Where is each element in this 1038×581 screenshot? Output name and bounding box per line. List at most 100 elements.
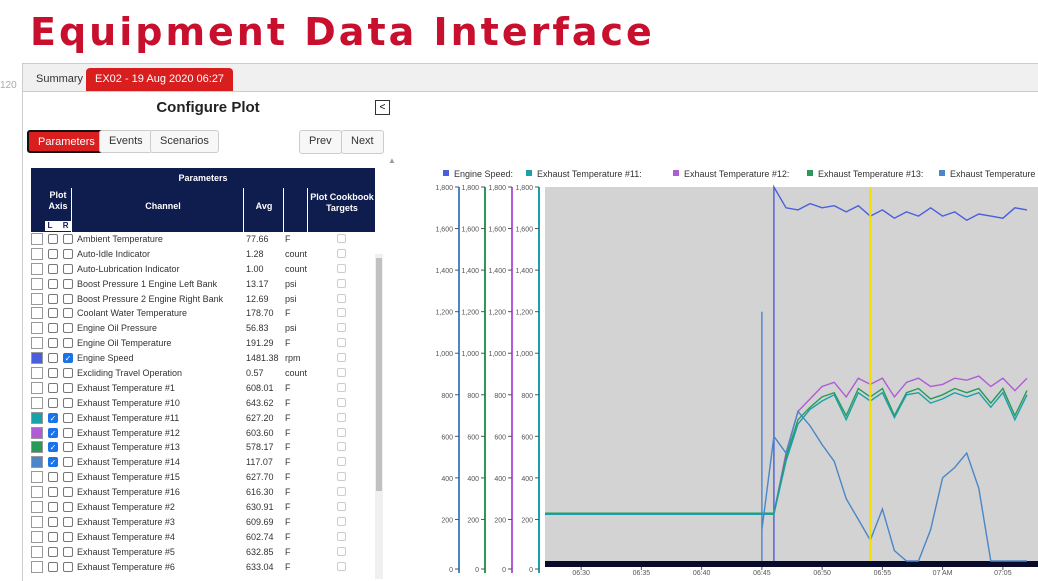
- right-axis-checkbox[interactable]: [63, 487, 73, 498]
- target-checkbox[interactable]: [337, 353, 346, 363]
- color-swatch[interactable]: [31, 233, 43, 245]
- next-button[interactable]: Next: [341, 130, 384, 154]
- color-swatch[interactable]: [31, 501, 43, 514]
- scroll-up-arrow-icon[interactable]: ▲: [388, 156, 396, 165]
- tab-ex02[interactable]: EX02 - 19 Aug 2020 06:27: [86, 68, 234, 91]
- left-axis-checkbox[interactable]: [48, 531, 58, 542]
- right-axis-checkbox[interactable]: [63, 412, 73, 423]
- right-axis-checkbox[interactable]: [63, 278, 73, 289]
- left-axis-checkbox[interactable]: [48, 472, 58, 483]
- left-axis-checkbox[interactable]: ✓: [48, 442, 58, 453]
- color-swatch[interactable]: [31, 381, 43, 394]
- color-swatch[interactable]: [31, 307, 43, 320]
- right-axis-checkbox[interactable]: [63, 248, 73, 259]
- left-axis-checkbox[interactable]: [48, 546, 58, 557]
- target-checkbox[interactable]: [337, 263, 346, 273]
- color-swatch[interactable]: [31, 486, 43, 499]
- right-axis-checkbox[interactable]: [63, 263, 73, 274]
- target-checkbox[interactable]: [337, 382, 346, 392]
- left-axis-checkbox[interactable]: [48, 234, 58, 244]
- right-axis-checkbox[interactable]: [63, 338, 73, 349]
- right-axis-checkbox[interactable]: [63, 293, 73, 304]
- right-axis-checkbox[interactable]: [63, 516, 73, 527]
- prev-button[interactable]: Prev: [299, 130, 342, 154]
- table-scrollbar-thumb[interactable]: [376, 258, 382, 491]
- right-axis-checkbox[interactable]: [63, 368, 73, 379]
- left-axis-checkbox[interactable]: [48, 323, 58, 334]
- color-swatch[interactable]: [31, 277, 43, 290]
- table-scrollbar[interactable]: [375, 254, 383, 579]
- left-axis-checkbox[interactable]: [48, 397, 58, 408]
- target-checkbox[interactable]: [337, 412, 346, 422]
- collapse-panel-button[interactable]: <: [375, 100, 390, 115]
- target-checkbox[interactable]: [337, 248, 346, 258]
- color-swatch[interactable]: [31, 367, 43, 380]
- color-swatch[interactable]: [31, 411, 43, 424]
- right-axis-checkbox[interactable]: [63, 427, 73, 438]
- color-swatch[interactable]: [31, 262, 43, 275]
- left-axis-checkbox[interactable]: [48, 353, 58, 364]
- color-swatch[interactable]: [31, 530, 43, 543]
- target-checkbox[interactable]: [337, 397, 346, 407]
- color-swatch[interactable]: [31, 247, 43, 260]
- right-axis-checkbox[interactable]: [63, 382, 73, 393]
- left-axis-checkbox[interactable]: [48, 561, 58, 572]
- right-axis-checkbox[interactable]: [63, 397, 73, 408]
- left-axis-checkbox[interactable]: [48, 293, 58, 304]
- target-checkbox[interactable]: [337, 472, 346, 482]
- tab-summary[interactable]: Summary: [27, 68, 92, 91]
- target-checkbox[interactable]: [337, 442, 346, 452]
- left-axis-checkbox[interactable]: ✓: [48, 457, 58, 468]
- color-swatch[interactable]: [31, 292, 43, 305]
- subtab-parameters[interactable]: Parameters: [27, 130, 106, 153]
- color-swatch[interactable]: [31, 322, 43, 335]
- color-swatch[interactable]: [31, 337, 43, 350]
- target-checkbox[interactable]: [337, 487, 346, 497]
- color-swatch[interactable]: [31, 352, 43, 365]
- right-axis-checkbox[interactable]: [63, 457, 73, 468]
- right-axis-checkbox[interactable]: [63, 472, 73, 483]
- right-axis-checkbox[interactable]: [63, 442, 73, 453]
- left-axis-checkbox[interactable]: [48, 368, 58, 379]
- right-axis-checkbox[interactable]: [63, 502, 73, 513]
- color-swatch[interactable]: [31, 471, 43, 484]
- target-checkbox[interactable]: [337, 308, 346, 318]
- target-checkbox[interactable]: [337, 502, 346, 512]
- left-axis-checkbox[interactable]: [48, 502, 58, 513]
- left-axis-checkbox[interactable]: [48, 248, 58, 259]
- right-axis-checkbox[interactable]: [63, 561, 73, 572]
- target-checkbox[interactable]: [337, 427, 346, 437]
- color-swatch[interactable]: [31, 396, 43, 409]
- color-swatch[interactable]: [31, 456, 43, 469]
- left-axis-checkbox[interactable]: ✓: [48, 412, 58, 423]
- right-axis-checkbox[interactable]: ✓: [63, 353, 73, 364]
- color-swatch[interactable]: [31, 515, 43, 528]
- target-checkbox[interactable]: [337, 293, 346, 303]
- right-axis-checkbox[interactable]: [63, 531, 73, 542]
- right-axis-checkbox[interactable]: [63, 308, 73, 319]
- subtab-scenarios[interactable]: Scenarios: [150, 130, 219, 153]
- subtab-events[interactable]: Events: [99, 130, 153, 153]
- left-axis-checkbox[interactable]: [48, 382, 58, 393]
- color-swatch[interactable]: [31, 560, 43, 573]
- target-checkbox[interactable]: [337, 338, 346, 348]
- right-axis-checkbox[interactable]: [63, 323, 73, 334]
- right-axis-checkbox[interactable]: [63, 234, 73, 244]
- left-axis-checkbox[interactable]: [48, 516, 58, 527]
- target-checkbox[interactable]: [337, 561, 346, 571]
- target-checkbox[interactable]: [337, 368, 346, 378]
- target-checkbox[interactable]: [337, 546, 346, 556]
- left-axis-checkbox[interactable]: ✓: [48, 427, 58, 438]
- color-swatch[interactable]: [31, 545, 43, 558]
- target-checkbox[interactable]: [337, 516, 346, 526]
- target-checkbox[interactable]: [337, 531, 346, 541]
- target-checkbox[interactable]: [337, 278, 346, 288]
- target-checkbox[interactable]: [337, 234, 346, 243]
- target-checkbox[interactable]: [337, 323, 346, 333]
- left-axis-checkbox[interactable]: [48, 338, 58, 349]
- right-axis-checkbox[interactable]: [63, 546, 73, 557]
- left-axis-checkbox[interactable]: [48, 487, 58, 498]
- left-axis-checkbox[interactable]: [48, 263, 58, 274]
- target-checkbox[interactable]: [337, 457, 346, 467]
- color-swatch[interactable]: [31, 426, 43, 439]
